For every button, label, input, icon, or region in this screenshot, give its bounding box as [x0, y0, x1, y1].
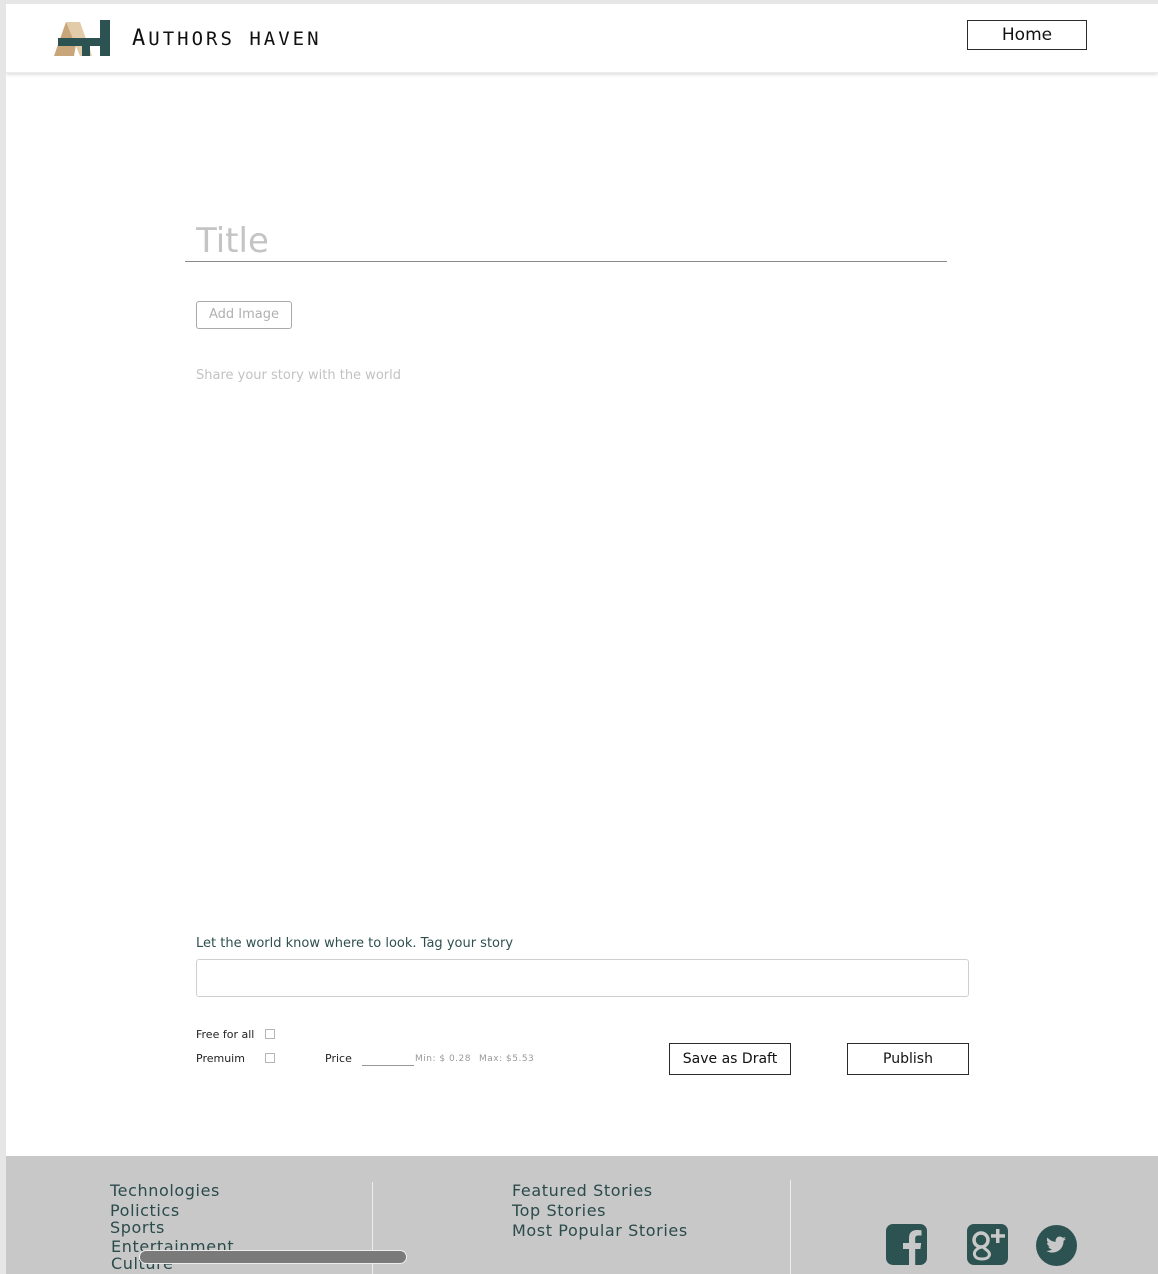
price-label: Price	[325, 1052, 352, 1065]
top-bar: AUTHORS HAVEN Home	[6, 4, 1158, 73]
facebook-icon[interactable]	[886, 1224, 927, 1265]
page: AUTHORS HAVEN Home Add Image Let the wor…	[6, 4, 1158, 1274]
title-input[interactable]	[185, 220, 947, 262]
price-input[interactable]	[362, 1049, 414, 1066]
footer-divider	[790, 1180, 791, 1274]
footer-link-top-stories[interactable]: Top Stories	[512, 1201, 606, 1220]
publish-button[interactable]: Publish	[847, 1043, 969, 1075]
footer-link-sports[interactable]: Sports	[110, 1218, 165, 1237]
home-button[interactable]: Home	[967, 20, 1087, 50]
premium-label: Premuim	[196, 1052, 245, 1065]
footer-link-technologies[interactable]: Technologies	[110, 1181, 220, 1200]
price-max-label: Max: $5.53	[479, 1054, 535, 1064]
story-body-input[interactable]	[196, 368, 966, 908]
footer-link-most-popular-stories[interactable]: Most Popular Stories	[512, 1221, 688, 1240]
save-as-draft-button[interactable]: Save as Draft	[669, 1043, 791, 1075]
brand-initial: A	[132, 26, 149, 51]
tags-input[interactable]	[196, 959, 969, 997]
brand-rest: UTHORS HAVEN	[148, 28, 322, 50]
horizontal-scrollbar[interactable]	[139, 1250, 407, 1264]
tags-label: Let the world know where to look. Tag yo…	[196, 936, 514, 951]
google-plus-icon[interactable]	[967, 1224, 1008, 1265]
premium-checkbox[interactable]	[265, 1053, 275, 1063]
add-image-button[interactable]: Add Image	[196, 301, 292, 329]
price-min-label: Min: $ 0.28	[415, 1054, 471, 1064]
twitter-icon[interactable]	[1036, 1225, 1077, 1266]
brand-name: AUTHORS HAVEN	[132, 26, 322, 51]
footer-link-featured-stories[interactable]: Featured Stories	[512, 1181, 653, 1200]
free-for-all-checkbox[interactable]	[265, 1029, 275, 1039]
free-for-all-label: Free for all	[196, 1028, 255, 1041]
logo-icon	[54, 20, 110, 56]
